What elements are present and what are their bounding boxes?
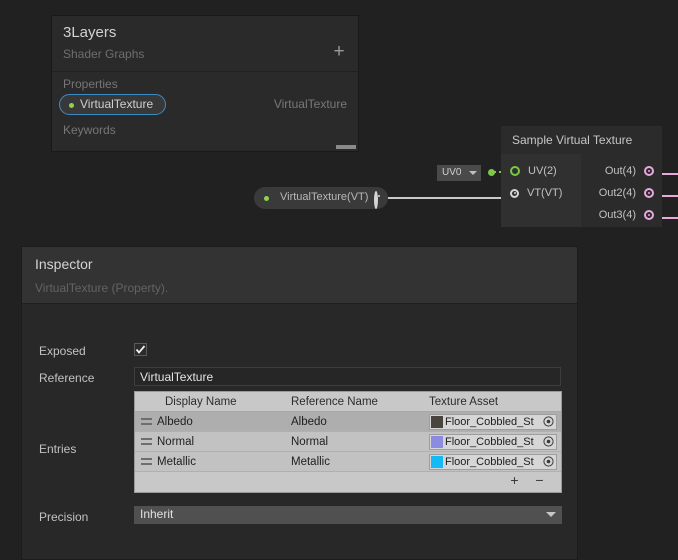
row-display-name: Normal	[157, 436, 291, 448]
inspector-subtitle: VirtualTexture (Property).	[35, 281, 168, 295]
row-texture-asset-field[interactable]: Floor_Cobbled_St	[429, 434, 561, 450]
edge-out3-outgoing	[660, 217, 678, 219]
exposed-label: Exposed	[39, 344, 86, 358]
table-row[interactable]: Albedo Albedo Floor_Cobbled_St	[135, 412, 561, 432]
object-picker-icon[interactable]	[542, 435, 555, 448]
property-type-label: VirtualTexture	[274, 97, 347, 111]
node-output-out3-label: Out3(4)	[599, 209, 636, 221]
blackboard-property-row[interactable]: VirtualTexture VirtualTexture	[52, 94, 358, 118]
chevron-down-icon	[546, 512, 556, 517]
node-property-output-port[interactable]	[374, 193, 378, 207]
row-drag-handle[interactable]	[135, 436, 157, 448]
node-output-out3[interactable]: Out3(4)	[581, 204, 662, 226]
node-input-uv-label: UV(2)	[528, 165, 557, 177]
node-title: Sample Virtual Texture	[501, 126, 662, 154]
row-reference-name: Normal	[291, 436, 429, 448]
precision-value: Inherit	[140, 507, 173, 521]
row-drag-handle[interactable]	[135, 416, 157, 428]
uv-output-port[interactable]	[488, 169, 495, 176]
reference-input[interactable]	[134, 367, 561, 386]
node-output-out-label: Out(4)	[605, 165, 636, 177]
checkmark-icon	[135, 344, 146, 355]
blackboard-section-keywords: Keywords	[52, 118, 358, 137]
object-picker-icon[interactable]	[542, 455, 555, 468]
table-footer: + −	[135, 472, 561, 492]
precision-label: Precision	[39, 510, 88, 524]
object-field[interactable]: Floor_Cobbled_St	[429, 454, 557, 470]
texture-thumbnail	[431, 416, 443, 428]
vector4-port-icon[interactable]	[644, 210, 654, 220]
node-output-out2[interactable]: Out2(4)	[581, 182, 662, 204]
object-picker-icon[interactable]	[542, 415, 555, 428]
node-property-label: VirtualTexture(VT)	[280, 191, 368, 203]
add-entry-button[interactable]: +	[502, 472, 527, 490]
texture-thumbnail	[431, 436, 443, 448]
texture-thumbnail	[431, 456, 443, 468]
node-property-dot-icon	[264, 196, 269, 201]
uv-channel-value: UV0	[442, 167, 461, 178]
chevron-down-icon	[469, 171, 477, 175]
texture-asset-name: Floor_Cobbled_St	[445, 456, 542, 468]
property-type-dot-icon	[69, 103, 74, 108]
uv-channel-dropdown[interactable]: UV0	[437, 165, 481, 181]
property-item-virtualtexture[interactable]: VirtualTexture	[59, 94, 166, 115]
texture-asset-name: Floor_Cobbled_St	[445, 436, 542, 448]
precision-dropdown[interactable]: Inherit	[134, 506, 562, 524]
blackboard-resize-handle[interactable]	[336, 145, 356, 149]
table-header-texture-asset: Texture Asset	[429, 396, 561, 408]
blackboard-panel[interactable]: 3Layers Shader Graphs + Properties Virtu…	[51, 15, 359, 152]
object-field[interactable]: Floor_Cobbled_St	[429, 414, 557, 430]
property-item-label: VirtualTexture	[80, 97, 153, 111]
vector4-port-icon[interactable]	[644, 188, 654, 198]
row-texture-asset-field[interactable]: Floor_Cobbled_St	[429, 454, 561, 470]
blackboard-section-properties: Properties	[52, 72, 358, 91]
row-display-name: Metallic	[157, 456, 291, 468]
inspector-title: Inspector	[35, 256, 93, 272]
edge-out2-outgoing	[660, 195, 678, 197]
table-footer-buttons: + −	[502, 472, 552, 490]
node-output-ports: Out(4) Out2(4) Out3(4)	[581, 154, 662, 227]
row-reference-name: Albedo	[291, 416, 429, 428]
blackboard-title: 3Layers	[63, 24, 116, 41]
node-body: UV(2) VT(VT) Out(4) Out2(4) Out3(4)	[501, 154, 662, 227]
texture-asset-name: Floor_Cobbled_St	[445, 416, 542, 428]
node-input-uv[interactable]: UV(2)	[501, 160, 581, 182]
object-field[interactable]: Floor_Cobbled_St	[429, 434, 557, 450]
blackboard-header: 3Layers Shader Graphs +	[52, 16, 358, 72]
edge-out1-outgoing	[660, 173, 678, 175]
uv-port-icon[interactable]	[510, 166, 520, 176]
inspector-header: Inspector VirtualTexture (Property).	[22, 247, 577, 304]
add-property-button[interactable]: +	[330, 43, 348, 61]
node-output-out[interactable]: Out(4)	[581, 160, 662, 182]
exposed-checkbox[interactable]	[134, 343, 147, 356]
drag-handle-icon	[141, 458, 152, 465]
drag-handle-icon	[141, 438, 152, 445]
node-sample-virtual-texture[interactable]: Sample Virtual Texture UV(2) VT(VT) Out(…	[501, 126, 662, 227]
blackboard-subtitle: Shader Graphs	[63, 47, 144, 61]
node-input-ports: UV(2) VT(VT)	[501, 154, 581, 227]
reference-label: Reference	[39, 371, 94, 385]
node-property-virtualtexture[interactable]: VirtualTexture(VT)	[254, 187, 388, 209]
drag-handle-icon	[141, 418, 152, 425]
vt-port-icon	[374, 191, 378, 209]
table-header-display-name: Display Name	[157, 396, 291, 408]
row-display-name: Albedo	[157, 416, 291, 428]
edge-property-to-vt-port	[388, 197, 503, 199]
table-row[interactable]: Metallic Metallic Floor_Cobbled_St	[135, 452, 561, 472]
remove-entry-button[interactable]: −	[527, 472, 552, 490]
row-drag-handle[interactable]	[135, 456, 157, 468]
vector4-port-icon[interactable]	[644, 166, 654, 176]
vt-port-icon[interactable]	[510, 189, 519, 198]
table-row[interactable]: Normal Normal Floor_Cobbled_St	[135, 432, 561, 452]
table-header-row: Display Name Reference Name Texture Asse…	[135, 392, 561, 412]
row-reference-name: Metallic	[291, 456, 429, 468]
node-output-out2-label: Out2(4)	[599, 187, 636, 199]
entries-label: Entries	[39, 442, 76, 456]
node-input-vt[interactable]: VT(VT)	[501, 182, 581, 204]
entries-table[interactable]: Display Name Reference Name Texture Asse…	[134, 391, 562, 493]
table-header-reference-name: Reference Name	[291, 396, 429, 408]
node-input-vt-label: VT(VT)	[527, 187, 562, 199]
row-texture-asset-field[interactable]: Floor_Cobbled_St	[429, 414, 561, 430]
